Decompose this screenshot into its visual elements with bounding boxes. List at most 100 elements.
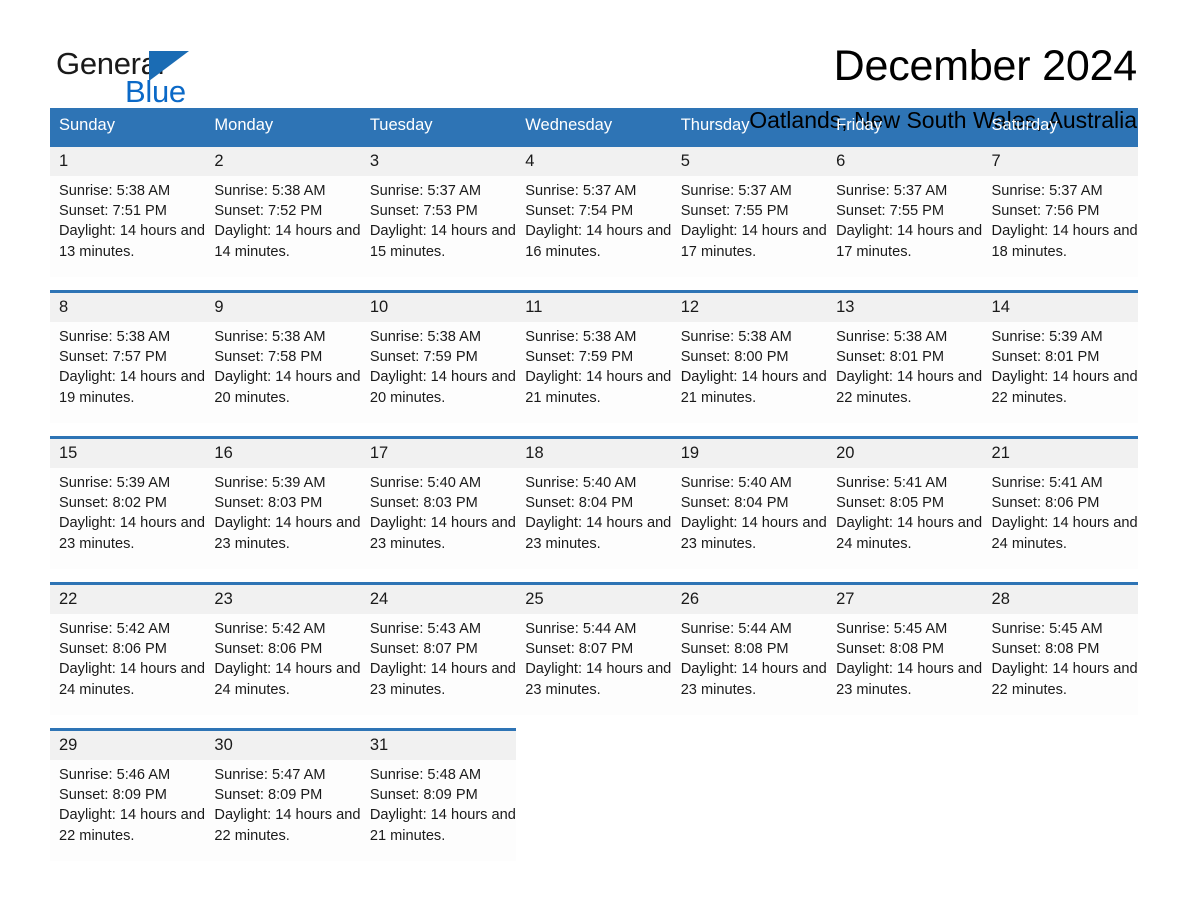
day-number-10[interactable]: 10 <box>360 290 517 322</box>
sunrise-time: Sunrise: 5:38 AM <box>214 183 326 199</box>
day-number-14[interactable]: 14 <box>982 290 1138 322</box>
daylight-duration: Daylight: 14 hours and 22 minutes. <box>214 807 361 844</box>
weekday-header-monday: Monday <box>205 108 361 146</box>
daylight-duration: Daylight: 14 hours and 21 minutes. <box>525 369 672 406</box>
day-detail-16: Sunrise: 5:39 AM Sunset: 8:03 PM Daylight:… <box>205 468 361 569</box>
daylight-duration: Daylight: 14 hours and 23 minutes. <box>369 661 516 698</box>
sunrise-time: Sunrise: 5:37 AM <box>836 183 948 199</box>
day-number-24[interactable]: 24 <box>360 582 517 614</box>
day-number-row: 15 16 17 18 19 20 21 <box>50 436 1138 468</box>
day-number-31[interactable]: 31 <box>360 728 517 760</box>
sunset-time: Sunset: 7:55 PM <box>836 203 945 220</box>
calendar-page: General Blue December 2024 Oatlands, New… <box>0 0 1188 918</box>
day-cell-empty <box>671 728 828 760</box>
sunset-time: Sunset: 8:01 PM <box>991 349 1100 366</box>
week-separator-cell <box>50 277 1138 292</box>
day-number-row: 22 23 24 25 26 27 28 <box>50 582 1138 614</box>
day-number-20[interactable]: 20 <box>827 436 983 468</box>
day-number-row: 29 30 31 <box>50 728 1138 760</box>
sunset-time: Sunset: 7:52 PM <box>214 203 323 220</box>
sunset-time: Sunset: 8:03 PM <box>369 495 478 512</box>
day-number-12[interactable]: 12 <box>671 290 828 322</box>
sunrise-time: Sunrise: 5:44 AM <box>525 621 637 637</box>
day-number-11[interactable]: 11 <box>516 290 672 322</box>
day-detail-25: Sunrise: 5:44 AM Sunset: 8:07 PM Daylight:… <box>516 614 672 715</box>
page-header: General Blue December 2024 Oatlands, New… <box>50 0 1138 133</box>
sunset-time: Sunset: 7:55 PM <box>680 203 789 220</box>
day-number-4[interactable]: 4 <box>516 144 672 176</box>
daylight-duration: Daylight: 14 hours and 16 minutes. <box>525 223 672 260</box>
daylight-duration: Daylight: 14 hours and 23 minutes. <box>525 515 672 552</box>
day-detail-27: Sunrise: 5:45 AM Sunset: 8:08 PM Daylight:… <box>827 614 983 715</box>
day-number-2[interactable]: 2 <box>205 144 361 176</box>
day-detail-row: Sunrise: 5:42 AM Sunset: 8:06 PM Daylight:… <box>50 614 1138 715</box>
daylight-duration: Daylight: 14 hours and 14 minutes. <box>214 223 361 260</box>
daylight-duration: Daylight: 14 hours and 17 minutes. <box>836 223 983 260</box>
day-detail-9: Sunrise: 5:38 AM Sunset: 7:58 PM Daylight:… <box>205 322 361 423</box>
daylight-duration: Daylight: 14 hours and 23 minutes. <box>369 515 516 552</box>
sunrise-time: Sunrise: 5:40 AM <box>525 475 637 491</box>
sunrise-time: Sunrise: 5:43 AM <box>369 621 481 637</box>
sunrise-time: Sunrise: 5:39 AM <box>214 475 326 491</box>
day-detail-6: Sunrise: 5:37 AM Sunset: 7:55 PM Daylight:… <box>827 176 983 277</box>
day-number-27[interactable]: 27 <box>827 582 983 614</box>
day-number-7[interactable]: 7 <box>982 144 1138 176</box>
location-subtitle: Oatlands, New South Wales, Australia <box>749 107 1137 134</box>
day-detail-12: Sunrise: 5:38 AM Sunset: 8:00 PM Daylight:… <box>671 322 828 423</box>
day-detail-30: Sunrise: 5:47 AM Sunset: 8:09 PM Daylight:… <box>205 760 361 861</box>
day-number-16[interactable]: 16 <box>205 436 361 468</box>
day-number-5[interactable]: 5 <box>671 144 828 176</box>
sunset-time: Sunset: 8:08 PM <box>680 641 789 658</box>
sunrise-time: Sunrise: 5:41 AM <box>836 475 948 491</box>
sunrise-time: Sunrise: 5:42 AM <box>59 621 171 637</box>
logo-text-blue: Blue <box>125 74 186 109</box>
sunset-time: Sunset: 8:07 PM <box>369 641 478 658</box>
daylight-duration: Daylight: 14 hours and 24 minutes. <box>59 661 206 698</box>
sunset-time: Sunset: 8:02 PM <box>59 495 167 512</box>
sunset-time: Sunset: 7:51 PM <box>59 203 167 220</box>
day-number-30[interactable]: 30 <box>205 728 361 760</box>
daylight-duration: Daylight: 14 hours and 23 minutes. <box>214 515 361 552</box>
day-number-28[interactable]: 28 <box>982 582 1138 614</box>
daylight-duration: Daylight: 14 hours and 21 minutes. <box>680 369 827 406</box>
day-detail-row: Sunrise: 5:38 AM Sunset: 7:57 PM Daylight:… <box>50 322 1138 423</box>
day-number-25[interactable]: 25 <box>516 582 672 614</box>
week-separator <box>50 277 1138 292</box>
day-cell-empty <box>827 728 983 760</box>
day-number-13[interactable]: 13 <box>827 290 983 322</box>
daylight-duration: Daylight: 14 hours and 23 minutes. <box>59 515 206 552</box>
day-detail-row: Sunrise: 5:39 AM Sunset: 8:02 PM Daylight:… <box>50 468 1138 569</box>
daylight-duration: Daylight: 14 hours and 18 minutes. <box>991 223 1138 260</box>
day-number-8[interactable]: 8 <box>50 290 206 322</box>
sunset-time: Sunset: 8:00 PM <box>680 349 789 366</box>
day-number-19[interactable]: 19 <box>671 436 828 468</box>
day-number-9[interactable]: 9 <box>205 290 361 322</box>
sunset-time: Sunset: 8:06 PM <box>59 641 167 658</box>
day-number-1[interactable]: 1 <box>50 144 206 176</box>
day-number-6[interactable]: 6 <box>827 144 983 176</box>
day-number-17[interactable]: 17 <box>360 436 517 468</box>
day-number-22[interactable]: 22 <box>50 582 206 614</box>
day-number-23[interactable]: 23 <box>205 582 361 614</box>
sunrise-time: Sunrise: 5:38 AM <box>369 329 481 345</box>
daylight-duration: Daylight: 14 hours and 22 minutes. <box>991 661 1138 698</box>
weekday-header-tuesday: Tuesday <box>360 108 517 146</box>
sunrise-time: Sunrise: 5:45 AM <box>836 621 948 637</box>
day-number-3[interactable]: 3 <box>360 144 517 176</box>
day-number-15[interactable]: 15 <box>50 436 206 468</box>
sunset-time: Sunset: 8:09 PM <box>59 787 167 804</box>
day-number-21[interactable]: 21 <box>982 436 1138 468</box>
sunrise-time: Sunrise: 5:40 AM <box>680 475 792 491</box>
day-number-29[interactable]: 29 <box>50 728 206 760</box>
day-number-18[interactable]: 18 <box>516 436 672 468</box>
day-detail-empty <box>982 760 1138 861</box>
day-detail-row: Sunrise: 5:38 AM Sunset: 7:51 PM Daylight:… <box>50 176 1138 277</box>
general-blue-logo[interactable]: General Blue <box>50 44 210 114</box>
sunrise-time: Sunrise: 5:38 AM <box>680 329 792 345</box>
sunset-time: Sunset: 8:06 PM <box>214 641 323 658</box>
daylight-duration: Daylight: 14 hours and 23 minutes. <box>680 515 827 552</box>
daylight-duration: Daylight: 14 hours and 23 minutes. <box>680 661 827 698</box>
sunrise-time: Sunrise: 5:42 AM <box>214 621 326 637</box>
week-separator <box>50 569 1138 584</box>
day-number-26[interactable]: 26 <box>671 582 828 614</box>
